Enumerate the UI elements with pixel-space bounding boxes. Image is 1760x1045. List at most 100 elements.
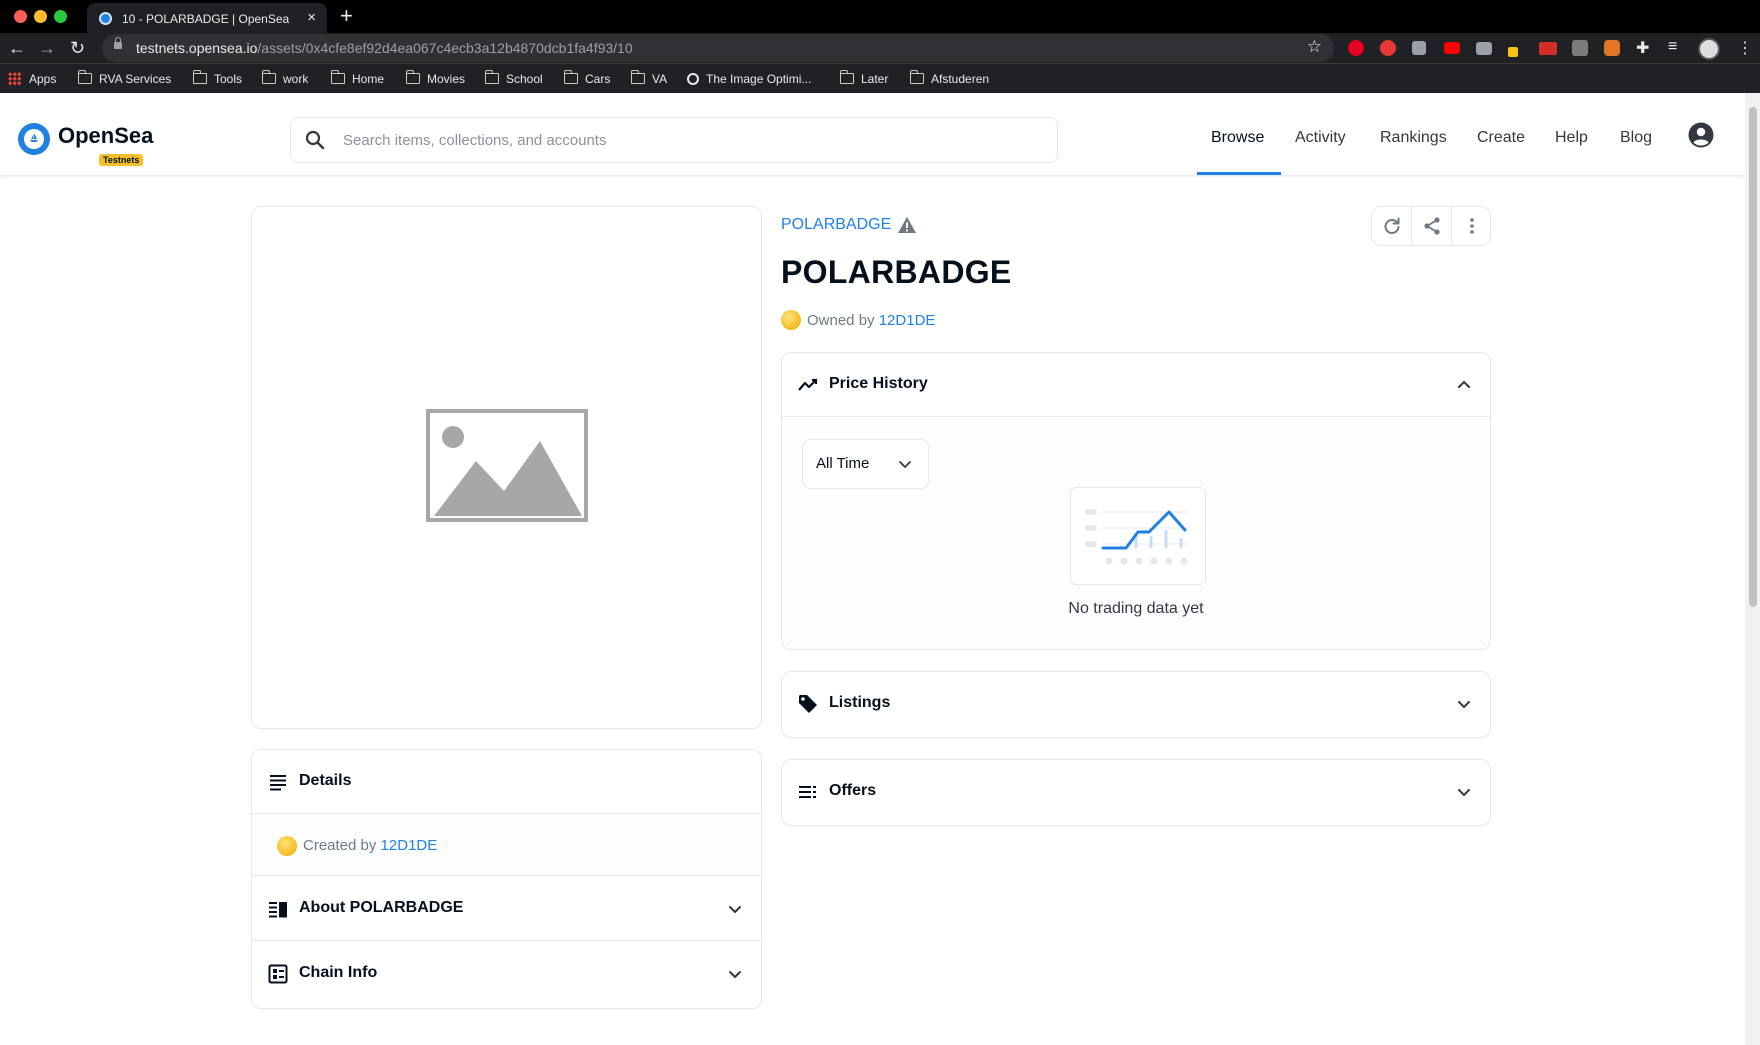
price-history-title: Price History [829, 375, 928, 392]
folder-icon [330, 70, 345, 84]
collection-link[interactable]: POLARBADGE [781, 216, 891, 234]
browser-tab[interactable]: 10 - POLARBADGE | OpenSea × [87, 3, 327, 33]
lastpass-extension-icon[interactable] [1539, 42, 1557, 55]
creator-link[interactable]: 12D1DE [381, 837, 438, 854]
bookmark-image-optimizer[interactable]: The Image Optimi... [687, 71, 811, 87]
address-bar[interactable]: testnets.opensea.io/assets/0x4cfe8ef92d4… [102, 34, 1334, 62]
folder-icon [261, 70, 276, 84]
more-vertical-icon [1470, 218, 1474, 234]
offers-list-icon [799, 786, 816, 798]
price-history-body: All Time No trading data yet [782, 418, 1490, 649]
bookmark-home[interactable]: Home [330, 70, 384, 87]
gear-extension-icon[interactable] [1412, 41, 1426, 55]
nav-create[interactable]: Create [1477, 129, 1525, 147]
nav-blog[interactable]: Blog [1620, 129, 1652, 147]
bookmark-school[interactable]: School [484, 70, 543, 87]
nav-rankings[interactable]: Rankings [1380, 129, 1447, 147]
bookmark-afstuderen[interactable]: Afstuderen [909, 70, 989, 87]
details-title: Details [299, 772, 352, 789]
folder-icon [77, 70, 92, 84]
folder-icon [909, 70, 924, 84]
browser-toolbar: ← → ↻ testnets.opensea.io/assets/0x4cfe8… [0, 33, 1760, 63]
bookmark-rva-services[interactable]: RVA Services [77, 70, 171, 87]
warning-icon[interactable] [897, 216, 917, 234]
refresh-metadata-button[interactable] [1372, 207, 1412, 245]
price-history-panel: Price History All Time No trading data y… [781, 352, 1491, 650]
owner-link[interactable]: 12D1DE [879, 312, 936, 329]
browser-menu-icon[interactable]: ⋮ [1737, 38, 1753, 58]
time-range-value: All Time [816, 455, 870, 472]
url-text[interactable]: testnets.opensea.io/assets/0x4cfe8ef92d4… [136, 40, 633, 56]
bookmarks-bar: Apps RVA Services Tools work Home Movies… [0, 63, 1760, 93]
bookmark-apps[interactable]: Apps [8, 71, 56, 87]
tab-close-icon[interactable]: × [307, 9, 316, 26]
site-header: OpenSea Testnets Browse Activity Ranking… [0, 93, 1745, 175]
boat-icon [30, 133, 38, 142]
apps-grid-icon [8, 72, 21, 85]
search-input[interactable] [341, 128, 1041, 152]
account-icon[interactable] [1688, 122, 1714, 148]
bookmark-movies[interactable]: Movies [405, 70, 465, 87]
bookmark-star-icon[interactable]: ☆ [1307, 37, 1322, 57]
details-panel: Details Created by 12D1DE About POLARBAD… [251, 749, 762, 1009]
creator-avatar [277, 836, 297, 856]
about-accordion-header[interactable]: About POLARBADGE [252, 877, 761, 941]
share-icon [1424, 217, 1440, 235]
details-list-icon [270, 775, 286, 791]
chevron-up-icon [1458, 381, 1470, 388]
new-tab-button[interactable]: + [340, 3, 353, 29]
owner-row: Owned by 12D1DE [781, 310, 935, 330]
owned-by-label: Owned by [807, 312, 875, 329]
window-minimize-button[interactable] [34, 10, 47, 23]
image-placeholder-icon [426, 409, 588, 522]
forward-icon[interactable]: → [38, 37, 56, 59]
bookmark-later[interactable]: Later [839, 70, 888, 87]
window-close-button[interactable] [14, 10, 27, 23]
profile-avatar-icon[interactable] [1698, 38, 1720, 60]
back-icon[interactable]: ← [8, 37, 26, 59]
nav-activity[interactable]: Activity [1295, 129, 1346, 147]
page-scrollbar[interactable] [1745, 93, 1760, 1045]
metamask-extension-icon[interactable] [1604, 40, 1620, 56]
time-range-select[interactable]: All Time [802, 439, 929, 489]
asset-image-card [251, 206, 762, 729]
folder-icon [405, 70, 420, 84]
bookmark-work[interactable]: work [261, 70, 308, 87]
chain-info-title: Chain Info [299, 964, 378, 981]
empty-chart-icon [1085, 509, 1189, 565]
pinterest-extension-icon[interactable] [1348, 40, 1364, 56]
bookmark-va[interactable]: VA [630, 70, 667, 87]
chevron-down-icon [729, 906, 741, 913]
search-bar[interactable] [290, 117, 1058, 163]
tag-icon [799, 695, 817, 713]
details-header: Details [252, 750, 761, 814]
reload-icon[interactable]: ↻ [70, 37, 85, 59]
bookmark-cars[interactable]: Cars [563, 70, 610, 87]
reading-list-icon[interactable]: ≡ [1668, 38, 1677, 56]
chain-info-accordion-header[interactable]: Chain Info [252, 942, 761, 1006]
bookmark-tools[interactable]: Tools [192, 70, 242, 87]
offers-panel: Offers [781, 759, 1491, 826]
nav-help[interactable]: Help [1555, 129, 1588, 147]
camera-extension-icon[interactable] [1476, 42, 1492, 55]
globe-icon [687, 73, 699, 85]
browser-tab-bar: 10 - POLARBADGE | OpenSea × + [0, 0, 1760, 33]
folder-icon [630, 70, 645, 84]
scrollbar-thumb[interactable] [1749, 107, 1757, 607]
hand-extension-icon[interactable] [1572, 40, 1588, 56]
folder-icon [484, 70, 499, 84]
share-button[interactable] [1412, 207, 1452, 245]
listings-accordion-header[interactable]: Listings [782, 672, 1490, 737]
created-by-label: Created by [303, 837, 377, 854]
pen-extension-icon[interactable] [1508, 47, 1518, 57]
red-extension-icon[interactable] [1380, 40, 1396, 56]
nav-browse[interactable]: Browse [1211, 129, 1264, 147]
extensions-puzzle-icon[interactable]: ✚ [1636, 38, 1649, 58]
more-options-button[interactable] [1452, 207, 1492, 245]
chevron-down-icon [1458, 789, 1470, 796]
price-history-header[interactable]: Price History [782, 353, 1490, 417]
created-by-row: Created by 12D1DE [252, 815, 761, 876]
offers-accordion-header[interactable]: Offers [782, 760, 1490, 825]
youtube-extension-icon[interactable] [1444, 42, 1460, 54]
window-zoom-button[interactable] [54, 10, 67, 23]
